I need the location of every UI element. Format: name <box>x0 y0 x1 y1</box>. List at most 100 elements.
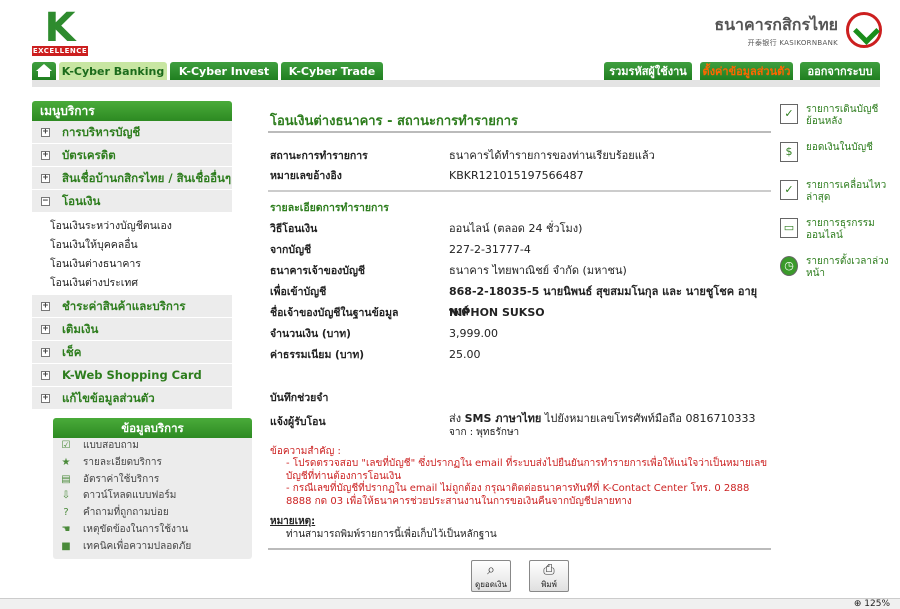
menu-item-cheque[interactable]: + เช็ค <box>32 341 232 364</box>
submenu-own-account-transfer[interactable]: โอนเงินระหว่างบัญชีตนเอง <box>50 217 232 236</box>
submenu-international-transfer[interactable]: โอนเงินต่างประเทศ <box>50 274 232 293</box>
divider <box>268 131 771 133</box>
service-info-title: ข้อมูลบริการ <box>53 418 252 438</box>
menu-item-k-web-shopping-card[interactable]: + K-Web Shopping Card <box>32 364 232 387</box>
expand-icon[interactable]: + <box>41 371 50 380</box>
shortcut-statement-history[interactable]: ✓ รายการเดินบัญชีย้อนหลัง <box>778 102 890 140</box>
tab-cyber-banking[interactable]: K-Cyber Banking <box>59 62 167 81</box>
status-row: สถานะการทำรายการ ธนาคารได้ทำรายการของท่า… <box>270 146 770 166</box>
notify-row: แจ้งผู้รับโอน ส่ง SMS ภาษาไทย ไปยังหมายเ… <box>270 412 770 446</box>
logout-button[interactable]: ออกจากระบบ <box>800 62 880 81</box>
shortcut-account-balance[interactable]: $ ยอดเงินในบัญชี <box>778 140 890 178</box>
detail-row-from-account: จากบัญชี 227-2-31777-4 <box>270 240 770 260</box>
detail-label: ชื่อเจ้าของบัญชีในฐานข้อมูล <box>270 307 399 319</box>
transfer-status-panel: โอนเงินต่างธนาคาร - สถานะการทำรายการ สถา… <box>268 110 771 550</box>
tab-cyber-invest[interactable]: K-Cyber Invest <box>170 62 278 81</box>
top-navigation: K-Cyber Banking K-Cyber Invest K-Cyber T… <box>32 62 880 87</box>
menu-item-transfer[interactable]: − โอนเงิน <box>32 190 232 213</box>
expand-icon[interactable]: + <box>41 348 50 357</box>
tab-profile-settings[interactable]: ตั้งค่าข้อมูลส่วนตัว <box>700 62 793 81</box>
detail-label: เพื่อเข้าบัญชี <box>270 286 327 298</box>
detail-row-fee: ค่าธรรมเนียม (บาท) 25.00 <box>270 345 770 365</box>
details-heading: รายละเอียดการทำรายการ <box>270 202 389 214</box>
home-icon[interactable] <box>32 62 56 81</box>
service-link-security-tips[interactable]: ■ เทคนิคเพื่อความปลอดภัย <box>53 539 252 556</box>
shortcut-scheduled-transactions[interactable]: ◷ รายการตั้งเวลาล่วงหน้า <box>778 254 890 292</box>
submenu-third-party-transfer[interactable]: โอนเงินให้บุคคลอื่น <box>50 236 232 255</box>
zoom-level[interactable]: ⊕ 125% <box>854 599 890 609</box>
download-icon: ⇩ <box>61 490 71 502</box>
star-icon: ★ <box>61 456 71 468</box>
service-link-troubleshooting[interactable]: ☚ เหตุขัดข้องในการใช้งาน <box>53 522 252 539</box>
collapse-icon[interactable]: − <box>41 197 50 206</box>
logo-tag: EXCELLENCE <box>32 46 88 56</box>
tab-cyber-trade[interactable]: K-Cyber Trade <box>281 62 383 81</box>
kasikorn-emblem-icon <box>846 12 882 48</box>
shortcut-recent-transactions[interactable]: ✓ รายการเคลื่อนไหวล่าสุด <box>778 178 890 216</box>
money-bag-icon: $ <box>780 142 798 162</box>
notify-label: แจ้งผู้รับโอน <box>270 416 326 428</box>
print-button[interactable]: ⎙ พิมพ์ <box>529 560 569 592</box>
tab-user-passwords[interactable]: รวมรหัสผู้ใช้งาน <box>604 62 692 81</box>
clock-icon: ◷ <box>780 256 798 276</box>
menu-item-account-management[interactable]: + การบริหารบัญชี <box>32 121 232 144</box>
service-link-survey[interactable]: ☑ แบบสอบถาม <box>53 438 252 455</box>
expand-icon[interactable]: + <box>41 394 50 403</box>
menu-item-home-loan[interactable]: + สินเชื่อบ้านกสิกรไทย / สินเชื่ออื่นๆ <box>32 167 232 190</box>
detail-value: 227-2-31777-4 <box>449 243 531 256</box>
recent-transactions-icon: ✓ <box>780 180 798 200</box>
service-info-box: ข้อมูลบริการ ☑ แบบสอบถาม ★ รายละเอียดบริกา… <box>53 418 252 559</box>
detail-row-account-owner: ชื่อเจ้าของบัญชีในฐานข้อมูล NIPHON SUKSO <box>270 303 770 323</box>
detail-row-transfer-method: วิธีโอนเงิน ออนไลน์ (ตลอด 24 ชั่วโมง) <box>270 219 770 239</box>
status-label: สถานะการทำรายการ <box>270 150 368 162</box>
memo-label: บันทึกช่วยจำ <box>270 392 329 404</box>
divider <box>268 190 771 192</box>
memo-row: บันทึกช่วยจำ <box>270 388 770 408</box>
detail-label: จากบัญชี <box>270 244 312 256</box>
status-value: ธนาคารได้ทำรายการของท่านเรียบร้อยแล้ว <box>449 149 655 162</box>
bank-name-english: 开泰银行 KASIKORNBANK <box>747 38 838 47</box>
expand-icon[interactable]: + <box>41 302 50 311</box>
notify-value: ส่ง SMS ภาษาไทย ไปยังหมายเลขโทรศัพท์มือถ… <box>449 412 756 438</box>
service-link-faq[interactable]: ? คำถามที่ถูกถามบ่อย <box>53 505 252 522</box>
expand-icon[interactable]: + <box>41 151 50 160</box>
detail-row-amount: จำนวนเงิน (บาท) 3,999.00 <box>270 324 770 344</box>
view-balance-button[interactable]: ⌕ ดูยอดเงิน <box>471 560 511 592</box>
menu-item-credit-card[interactable]: + บัตรเครดิต <box>32 144 232 167</box>
detail-label: ธนาคารเจ้าของบัญชี <box>270 265 366 277</box>
detail-value: 25.00 <box>449 348 481 361</box>
browser-status-bar: ⊕ 125% <box>0 598 900 609</box>
detail-label: วิธีโอนเงิน <box>270 223 318 235</box>
lock-icon: ■ <box>61 540 71 552</box>
expand-icon[interactable]: + <box>41 174 50 183</box>
bank-name-thai: ธนาคารกสิกรไทย <box>714 14 838 34</box>
statement-icon: ✓ <box>780 104 798 124</box>
submenu-interbank-transfer[interactable]: โอนเงินต่างธนาคาร <box>50 255 232 274</box>
shortcut-online-transactions[interactable]: ▭ รายการธุรกรรมออนไลน์ <box>778 216 890 254</box>
transfer-submenu: โอนเงินระหว่างบัญชีตนเอง โอนเงินให้บุคคล… <box>32 213 232 295</box>
service-menu: เมนูบริการ + การบริหารบัญชี + บัตรเครดิต +… <box>32 101 232 410</box>
menu-item-edit-profile[interactable]: + แก้ไขข้อมูลส่วนตัว <box>32 387 232 410</box>
zoom-icon: ⊕ <box>853 599 865 609</box>
expand-icon[interactable]: + <box>41 128 50 137</box>
detail-row-bank: ธนาคารเจ้าของบัญชี ธนาคาร ไทยพาณิชย์ จำก… <box>270 261 770 281</box>
service-link-details[interactable]: ★ รายละเอียดบริการ <box>53 455 252 472</box>
menu-item-bill-payment[interactable]: + ชำระค่าสินค้าและบริการ <box>32 295 232 318</box>
menu-item-top-up[interactable]: + เติมเงิน <box>32 318 232 341</box>
detail-value: ธนาคาร ไทยพาณิชย์ จำกัด (มหาชน) <box>449 264 627 277</box>
service-link-download-forms[interactable]: ⇩ ดาวน์โหลดแบบฟอร์ม <box>53 488 252 505</box>
detail-row-to-account: เพื่อเข้าบัญชี 868-2-18035-5 นายนิพนธ์ ส… <box>270 282 770 318</box>
detail-label: ค่าธรรมเนียม (บาท) <box>270 349 365 361</box>
page-title: โอนเงินต่างธนาคาร - สถานะการทำรายการ <box>270 114 519 129</box>
detail-label: จำนวนเงิน (บาท) <box>270 328 351 340</box>
detail-value: 3,999.00 <box>449 327 498 340</box>
detail-value: ออนไลน์ (ตลอด 24 ชั่วโมง) <box>449 222 583 235</box>
logo-letter: K <box>44 5 76 51</box>
service-link-fees[interactable]: ▤ อัตราค่าใช้บริการ <box>53 472 252 489</box>
reference-row: หมายเลขอ้างอิง KBKR121015197566487 <box>270 166 770 186</box>
expand-icon[interactable]: + <box>41 325 50 334</box>
online-transactions-icon: ▭ <box>780 218 798 238</box>
magnifier-icon: ⌕ <box>487 562 495 578</box>
question-icon: ? <box>63 507 69 519</box>
calculator-icon: ▤ <box>61 473 71 485</box>
